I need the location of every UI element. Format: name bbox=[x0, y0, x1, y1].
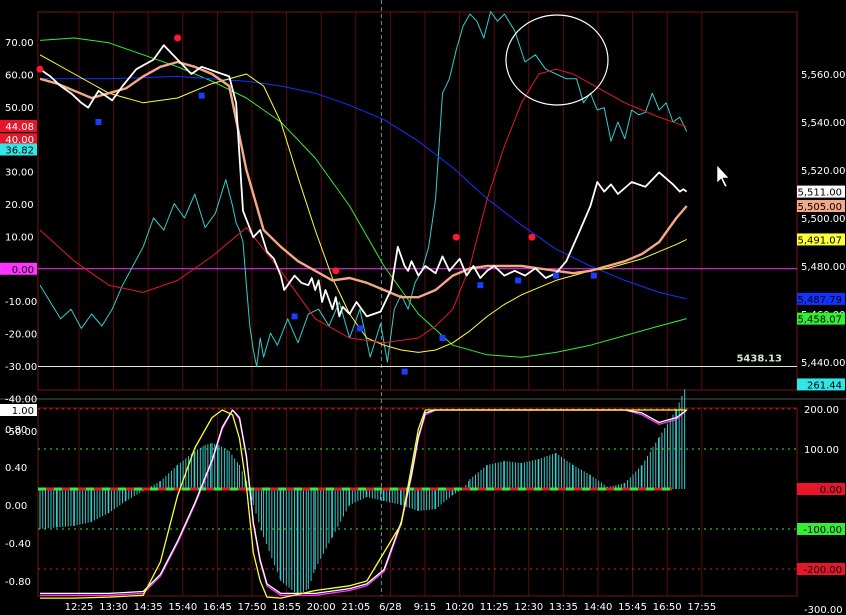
osc-left-tick-label: -0.40 bbox=[5, 539, 31, 550]
x-tick-label: 13:30 bbox=[99, 602, 128, 613]
x-tick-label: 12:30 bbox=[514, 602, 543, 613]
pivot-low-marker bbox=[198, 92, 205, 99]
osc-left-tick-label: -0.80 bbox=[5, 577, 31, 588]
x-tick-label: 17:50 bbox=[238, 602, 267, 613]
right-tick-label: 5,560.00 bbox=[801, 70, 846, 81]
osc-right-badge: 261.44 bbox=[807, 380, 842, 391]
osc-left-tick-label: 0.40 bbox=[5, 463, 27, 474]
x-tick-label: 14:35 bbox=[134, 602, 163, 613]
x-tick-label: 13:35 bbox=[549, 602, 578, 613]
left-tick-label: 30.00 bbox=[5, 168, 34, 179]
pivot-low-marker bbox=[590, 272, 597, 279]
left-tick-label: 10.00 bbox=[5, 232, 34, 243]
x-tick-label: 15:45 bbox=[618, 602, 647, 613]
pivot-low-marker bbox=[401, 368, 408, 375]
left-tick-label: -40.00 bbox=[5, 394, 37, 405]
x-tick-label: 11:25 bbox=[480, 602, 509, 613]
left-tick-label: 60.00 bbox=[5, 70, 34, 81]
x-tick-label: 17:55 bbox=[687, 602, 716, 613]
left-badge: 44.08 bbox=[5, 122, 34, 133]
right-tick-label: 5,480.00 bbox=[801, 262, 846, 273]
left-tick-label: 50.00 bbox=[5, 103, 34, 114]
x-tick-label: 9:15 bbox=[414, 602, 436, 613]
x-tick-label: 16:45 bbox=[203, 602, 232, 613]
right-badge: 5,458.07 bbox=[797, 315, 842, 326]
pivot-high-marker bbox=[332, 267, 340, 275]
x-tick-label: 14:40 bbox=[584, 602, 613, 613]
left-tick-label: 20.00 bbox=[5, 200, 34, 211]
chart-svg: 5438.13 12:25 13:30 14:35 15:40 16:45 17:50 18… bbox=[0, 0, 846, 615]
chart-root: 5438.13 12:25 13:30 14:35 15:40 16:45 17:50 18… bbox=[0, 0, 846, 615]
x-tick-label: 20:00 bbox=[307, 602, 336, 613]
chart-background bbox=[0, 0, 846, 615]
pivot-low-marker bbox=[356, 325, 363, 332]
last-price-label: 5438.13 bbox=[736, 353, 782, 364]
osc-right-tick-label: 100.00 bbox=[804, 445, 839, 456]
osc-left-badge: 1.00 bbox=[12, 406, 34, 417]
left-badge: 0.00 bbox=[12, 265, 34, 276]
osc-right-badge: 0.00 bbox=[820, 485, 842, 496]
right-badge: 5,511.00 bbox=[797, 188, 842, 199]
osc-right-tick-label: 200.00 bbox=[804, 405, 839, 416]
x-tick-label: 10:20 bbox=[445, 602, 474, 613]
osc-right-badge: -100.00 bbox=[803, 525, 842, 536]
osc-left-tick-label: 0.80 bbox=[5, 425, 27, 436]
right-tick-label: 5,520.00 bbox=[801, 166, 846, 177]
left-tick-label: -20.00 bbox=[5, 330, 37, 341]
right-tick-label: 5,440.00 bbox=[801, 358, 846, 369]
right-badge: 5,491.07 bbox=[797, 235, 842, 246]
x-tick-label: 6/28 bbox=[379, 602, 401, 613]
pivot-low-marker bbox=[553, 272, 559, 279]
pivot-low-marker bbox=[439, 335, 446, 341]
x-tick-label: 12:25 bbox=[65, 602, 94, 613]
x-tick-label: 18:55 bbox=[272, 602, 301, 613]
pivot-high-marker bbox=[528, 233, 536, 241]
pivot-low-marker bbox=[291, 313, 298, 320]
pivot-high-marker bbox=[452, 233, 460, 241]
left-tick-label: -30.00 bbox=[5, 362, 37, 373]
right-tick-label: 5,540.00 bbox=[801, 118, 846, 129]
pivot-low-marker bbox=[477, 282, 484, 289]
left-badge: 36.82 bbox=[5, 146, 34, 157]
x-tick-label: 16:50 bbox=[653, 602, 682, 613]
osc-right-tick-label: -300.00 bbox=[804, 605, 843, 615]
right-badge: 5,487.79 bbox=[797, 295, 842, 306]
x-tick-label: 15:40 bbox=[168, 602, 197, 613]
x-tick-label: 21:05 bbox=[341, 602, 370, 613]
right-tick-label: 5,500.00 bbox=[801, 214, 846, 225]
left-tick-label: 70.00 bbox=[5, 38, 34, 49]
pivot-high-marker bbox=[174, 34, 182, 42]
left-tick-label: -10.00 bbox=[5, 297, 37, 308]
osc-left-tick-label: 0.00 bbox=[5, 501, 27, 512]
pivot-low-marker bbox=[515, 277, 522, 284]
osc-right-badge: -200.00 bbox=[803, 565, 842, 576]
pivot-low-marker bbox=[95, 119, 102, 125]
pivot-high-marker bbox=[36, 65, 44, 73]
right-badge: 5,505.00 bbox=[797, 202, 842, 213]
